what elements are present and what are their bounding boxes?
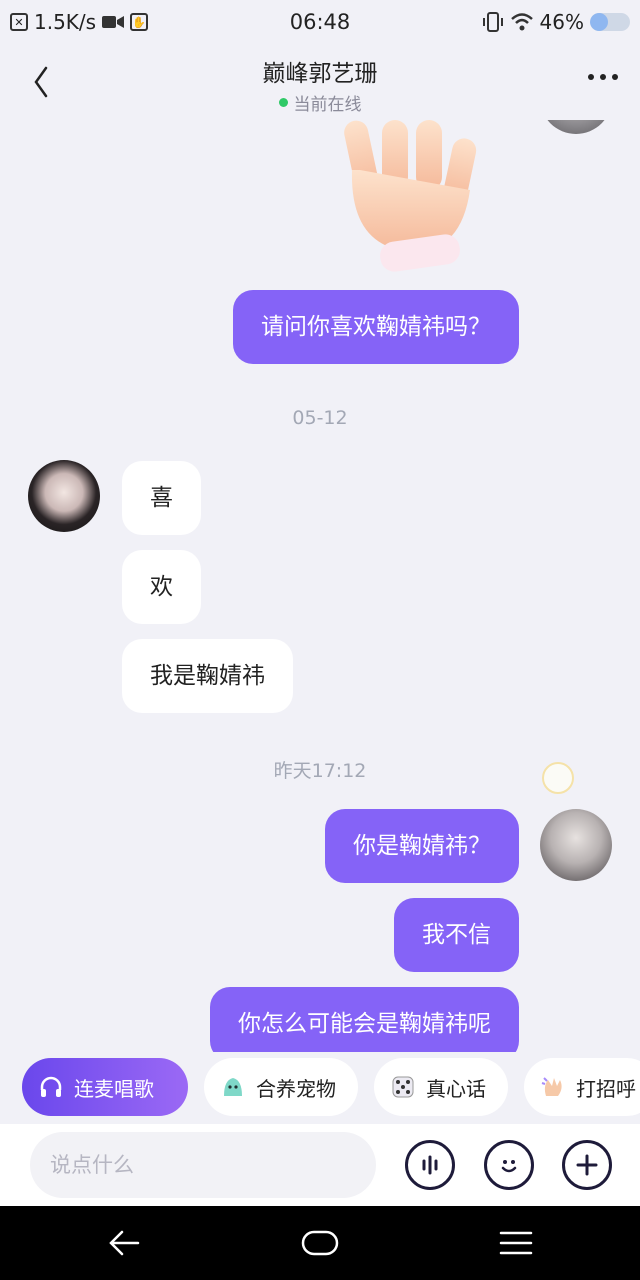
wave-icon [541,1077,562,1096]
status-left: ✕ 1.5K/s ✋ [10,10,149,34]
quick-actions-bar: 连麦唱歌 合养宠物 真心话 打招呼 [0,1052,640,1124]
pet-icon [224,1078,242,1096]
nav-back-button[interactable] [104,1224,144,1262]
vibrate-icon [482,12,503,32]
online-status: 当前在线 [0,90,640,115]
message-bubble-incoming[interactable]: 喜 [122,461,201,535]
voice-button[interactable] [405,1140,455,1190]
message-bubble-incoming[interactable]: 欢 [122,550,201,624]
home-pill-icon [301,1230,339,1256]
my-avatar[interactable] [540,809,612,881]
input-bar [0,1124,640,1206]
message-bubble-outgoing[interactable]: 请问你喜欢鞠婧祎吗？ [233,290,519,364]
quick-action-sing[interactable]: 连麦唱歌 [22,1058,188,1116]
message-bubble-outgoing[interactable]: 你怎么可能会是鞠婧祎呢 [210,987,519,1052]
quick-action-label: 连麦唱歌 [74,1076,154,1101]
wifi-icon [510,13,533,31]
hand-notification-icon: ✋ [130,13,149,31]
message-bubble-outgoing[interactable]: 我不信 [394,898,519,972]
back-arrow-icon [109,1230,140,1256]
battery-percent: 46% [539,10,584,34]
my-avatar-top[interactable] [540,120,612,134]
contact-name[interactable]: 巅峰郭艺珊 [0,54,640,88]
quick-action-truth[interactable]: 真心话 [374,1058,508,1116]
menu-icon [499,1231,533,1255]
notification-x-icon: ✕ [10,13,28,31]
online-status-text: 当前在线 [293,95,362,115]
contact-avatar[interactable] [28,460,100,532]
smiley-icon [501,1160,517,1173]
network-speed: 1.5K/s [34,10,97,34]
nav-menu-button[interactable] [496,1224,536,1262]
message-bubble-incoming[interactable]: 我是鞠婧祎 [122,639,293,713]
emoji-button[interactable] [484,1140,534,1190]
chat-messages[interactable]: 请问你喜欢鞠婧祎吗？ 05-12 喜 欢 我是鞠婧祎 昨天17:12 你是鞠婧祎… [0,120,640,1052]
dice-icon [392,1076,414,1098]
status-bar: ✕ 1.5K/s ✋ 06:48 46% [0,0,640,44]
battery-icon [590,13,630,31]
voice-wave-icon [422,1155,438,1175]
add-button[interactable] [562,1140,612,1190]
message-timestamp: 05-12 [292,407,348,429]
more-options-icon[interactable] [588,74,618,80]
quick-action-greet[interactable]: 打招呼 [524,1058,640,1116]
status-right: 46% [482,10,630,34]
quick-action-pet[interactable]: 合养宠物 [204,1058,358,1116]
message-bubble-outgoing[interactable]: 你是鞠婧祎？ [325,809,519,883]
gift-ring-icon[interactable] [542,762,574,794]
quick-action-label: 真心话 [426,1076,486,1101]
headphones-icon [40,1076,62,1097]
quick-action-label: 合养宠物 [256,1076,336,1101]
message-input[interactable] [30,1132,376,1198]
video-camera-icon [102,16,125,28]
plus-icon [576,1154,598,1176]
nav-home-button[interactable] [300,1224,340,1262]
chat-header: 巅峰郭艺珊 当前在线 [0,44,640,120]
online-dot-icon [278,98,288,107]
quick-action-label: 打招呼 [576,1076,636,1101]
waving-hand-sticker[interactable] [330,120,490,280]
system-nav-bar [0,1206,640,1280]
